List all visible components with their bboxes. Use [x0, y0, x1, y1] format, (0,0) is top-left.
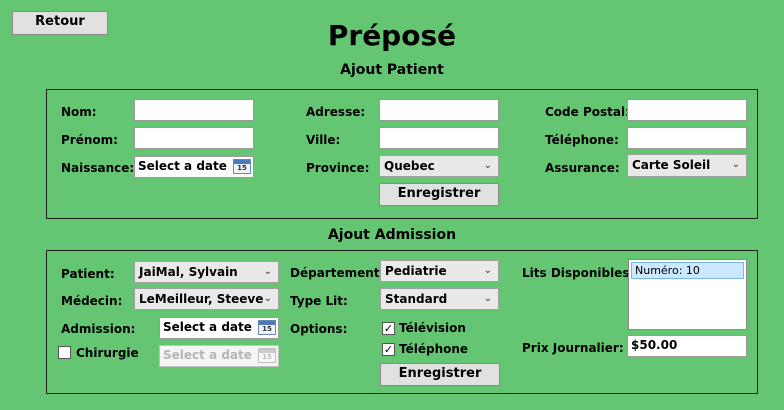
prix-field: $50.00: [627, 335, 747, 357]
province-label: Province:: [306, 161, 370, 175]
nom-field[interactable]: [134, 99, 254, 121]
prenom-label: Prénom:: [61, 133, 118, 147]
telephone-option-label: Téléphone: [399, 342, 469, 356]
medecin-value: LeMeilleur, Steeve: [139, 292, 264, 306]
code-postal-field[interactable]: [627, 99, 747, 121]
list-item[interactable]: Numéro: 10: [631, 262, 744, 279]
chirurgie-checkbox[interactable]: [58, 346, 71, 359]
chevron-down-icon: ⌄: [483, 160, 492, 171]
naissance-date-text: Select a date: [138, 159, 227, 173]
province-select[interactable]: Quebec ⌄: [379, 155, 499, 177]
chevron-down-icon: ⌄: [483, 265, 492, 276]
admission-date-text: Select a date: [163, 320, 252, 334]
admission-save-button[interactable]: Enregistrer: [380, 363, 500, 386]
assurance-label: Assurance:: [545, 161, 620, 175]
telephone-label: Téléphone:: [545, 133, 619, 147]
departement-select[interactable]: Pediatrie ⌄: [380, 260, 499, 282]
nom-label: Nom:: [61, 105, 97, 119]
departement-value: Pediatrie: [385, 264, 447, 278]
calendar-icon[interactable]: 15: [258, 348, 276, 363]
checkmark-icon: ✓: [383, 322, 394, 335]
assurance-value: Carte Soleil: [632, 158, 711, 172]
ville-field[interactable]: [379, 127, 499, 149]
medecin-select[interactable]: LeMeilleur, Steeve ⌄: [134, 288, 279, 310]
code-postal-label: Code Postal:: [545, 105, 630, 119]
patient-label: Patient:: [61, 267, 115, 281]
telephone-field[interactable]: [627, 127, 747, 149]
admission-label: Admission:: [61, 322, 136, 336]
type-lit-select[interactable]: Standard ⌄: [380, 288, 499, 310]
type-lit-value: Standard: [385, 292, 448, 306]
lits-listbox[interactable]: Numéro: 10: [628, 259, 747, 330]
chevron-down-icon: ⌄: [483, 293, 492, 304]
chirurgie-date-text: Select a date: [163, 348, 252, 362]
naissance-label: Naissance:: [61, 161, 135, 175]
departement-label: Département:: [290, 266, 385, 280]
adresse-field[interactable]: [379, 99, 499, 121]
patient-select[interactable]: JaiMal, Sylvain ⌄: [134, 261, 279, 283]
admission-date-picker[interactable]: Select a date 15: [159, 317, 279, 339]
television-label: Télévision: [399, 321, 466, 335]
naissance-date-picker[interactable]: Select a date 15: [134, 156, 254, 178]
checkmark-icon: ✓: [383, 343, 394, 356]
calendar-day: 15: [237, 164, 247, 172]
medecin-label: Médecin:: [61, 294, 123, 308]
chevron-down-icon: ⌄: [263, 293, 272, 304]
calendar-day: 15: [262, 325, 272, 333]
chevron-down-icon: ⌄: [731, 159, 740, 170]
options-label: Options:: [290, 322, 348, 336]
chirurgie-date-picker[interactable]: Select a date 15: [159, 345, 279, 367]
calendar-icon[interactable]: 15: [233, 159, 251, 174]
telephone-option-checkbox[interactable]: ✓: [382, 343, 395, 356]
lits-label: Lits Disponibles:: [522, 266, 635, 280]
prenom-field[interactable]: [134, 127, 254, 149]
patient-section-title: Ajout Patient: [340, 62, 444, 78]
television-checkbox[interactable]: ✓: [382, 322, 395, 335]
chirurgie-label: Chirurgie: [76, 346, 139, 360]
patient-save-button[interactable]: Enregistrer: [379, 183, 499, 206]
type-lit-label: Type Lit:: [290, 294, 348, 308]
chevron-down-icon: ⌄: [263, 266, 272, 277]
admission-section-title: Ajout Admission: [327, 227, 457, 243]
page-title: Préposé: [327, 19, 457, 52]
patient-value: JaiMal, Sylvain: [139, 265, 238, 279]
assurance-select[interactable]: Carte Soleil ⌄: [627, 154, 747, 177]
calendar-icon[interactable]: 15: [258, 320, 276, 335]
adresse-label: Adresse:: [306, 105, 366, 119]
calendar-day: 15: [262, 353, 272, 361]
province-value: Quebec: [384, 159, 435, 173]
ville-label: Ville:: [306, 133, 341, 147]
prix-label: Prix Journalier:: [522, 341, 624, 355]
